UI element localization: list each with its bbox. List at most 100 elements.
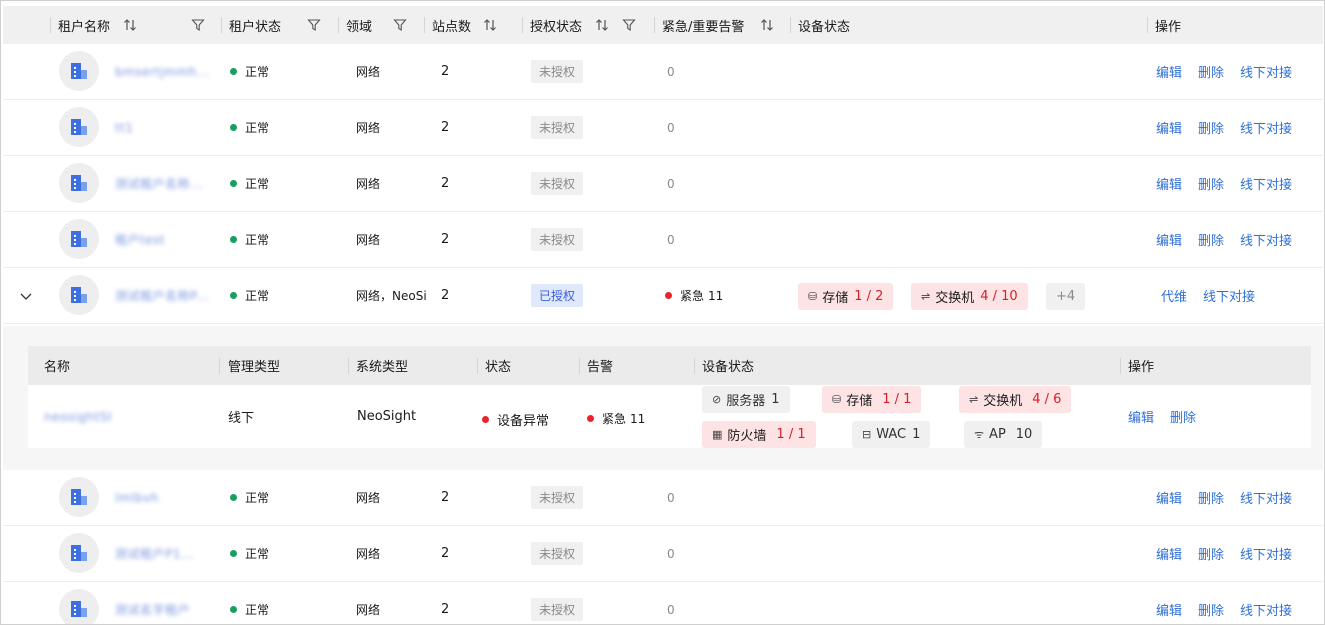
sort-icon[interactable] [121,6,139,44]
delete-link[interactable]: 删除 [1198,544,1224,563]
status-dot [230,68,237,75]
edit-link[interactable]: 编辑 [1156,488,1182,507]
edit-link[interactable]: 编辑 [1156,600,1182,619]
edit-link[interactable]: 编辑 [1156,174,1182,193]
filter-icon[interactable] [189,6,207,44]
tenant-status: 正常 [245,547,270,561]
tenant-name-link[interactable]: bmsertjmmh... [115,65,210,79]
col-domain[interactable]: 领域 [346,6,372,44]
site-count: 2 [441,490,450,505]
auth-status-badge: 未授权 [531,486,584,509]
col-alarms[interactable]: 紧急/重要告警 [662,6,744,44]
filter-icon[interactable] [305,6,323,44]
auth-status-badge: 未授权 [531,60,584,83]
device-chip-switch[interactable]: ⇌ 交换机 4 / 6 [959,386,1072,413]
building-icon [71,63,87,79]
device-label: 交换机 [935,291,975,306]
mgmt-type: 线下 [228,411,255,426]
tenant-avatar [59,533,99,573]
sort-icon[interactable] [758,6,776,44]
tenant-avatar [59,589,99,624]
site-count: 2 [441,64,450,79]
tenant-avatar [59,275,99,315]
offline-connect-link[interactable]: 线下对接 [1240,488,1292,507]
more-devices-chip[interactable]: +4 [1046,283,1086,310]
tenant-status: 正常 [245,65,270,79]
tenant-name-link[interactable]: 测试名字租户 [115,601,190,618]
delete-link[interactable]: 删除 [1198,118,1224,137]
column-divider [522,17,523,33]
tenant-status: 正常 [245,491,270,505]
column-divider [221,17,222,33]
offline-connect-link[interactable]: 线下对接 [1203,286,1255,305]
building-icon [71,601,87,617]
device-chip-ap[interactable]: ᯤ AP 10 [964,421,1043,448]
column-divider [790,17,791,33]
device-chip-storage[interactable]: ⛁ 存储 1 / 2 [798,283,894,310]
device-chip-switch[interactable]: ⇌ 交换机 4 / 10 [911,283,1028,310]
alarm-label: 紧急 [602,412,627,426]
tenant-name-link[interactable]: tt1 [115,121,134,135]
device-chip-wac[interactable]: ⊟ WAC 1 [852,421,931,448]
tenant-name-link[interactable]: lmlbvh [115,491,159,505]
site-count: 2 [441,546,450,561]
column-divider [654,17,655,33]
alarm-count: 0 [667,232,675,247]
storage-icon: ⛁ [808,290,818,303]
offline-connect-link[interactable]: 线下对接 [1240,118,1292,137]
offline-connect-link[interactable]: 线下对接 [1240,174,1292,193]
column-divider [50,17,51,33]
delete-link[interactable]: 删除 [1198,488,1224,507]
tenant-avatar [59,51,99,91]
tenant-name-link[interactable]: 测试租户名称P... [115,287,209,304]
edit-link[interactable]: 编辑 [1128,407,1154,426]
col-sites[interactable]: 站点数 [432,6,471,44]
edit-link[interactable]: 编辑 [1156,62,1182,81]
tenant-domain: 网络 [356,177,381,191]
offline-connect-link[interactable]: 线下对接 [1240,230,1292,249]
delete-link[interactable]: 删除 [1198,600,1224,619]
offline-connect-link[interactable]: 线下对接 [1240,544,1292,563]
sub-col-state: 状态 [485,360,512,375]
maintenance-link[interactable]: 代维 [1161,286,1187,305]
col-device-status: 设备状态 [798,19,851,35]
col-tenant-name[interactable]: 租户名称 [58,6,110,44]
offline-connect-link[interactable]: 线下对接 [1240,600,1292,619]
tenant-status: 正常 [245,177,270,191]
delete-link[interactable]: 删除 [1198,174,1224,193]
building-icon [71,119,87,135]
collapse-chevron-icon[interactable] [19,268,33,323]
device-state: 设备异常 [497,414,550,429]
sort-icon[interactable] [593,6,611,44]
offline-connect-link[interactable]: 线下对接 [1240,62,1292,81]
tenant-avatar [59,219,99,259]
device-chip-server[interactable]: ⊘ 服务器 1 [702,386,790,413]
tenant-name-link[interactable]: 测试租户名称... [115,175,203,192]
tenant-avatar [59,107,99,147]
sort-icon[interactable] [481,6,499,44]
col-tenant-status[interactable]: 租户状态 [229,6,281,44]
delete-link[interactable]: 删除 [1198,230,1224,249]
edit-link[interactable]: 编辑 [1156,118,1182,137]
tenant-name-link[interactable]: 租户test [115,231,165,248]
column-divider [1120,358,1121,374]
subtable-row: neosightSI 线下 NeoSight 设备异常 紧急 11 ⊘ 服务器 1 ⛁… [28,385,1311,448]
delete-link[interactable]: 删除 [1170,407,1196,426]
site-count: 2 [441,232,450,247]
filter-icon[interactable] [391,6,409,44]
device-chip-firewall[interactable]: ▦ 防火墙 1 / 1 [702,421,816,448]
edit-link[interactable]: 编辑 [1156,544,1182,563]
col-auth-status[interactable]: 授权状态 [530,6,582,44]
site-name-link[interactable]: neosightSI [44,410,112,424]
tenant-name-link[interactable]: 测试租户P1... [115,545,194,562]
auth-status-badge: 未授权 [531,228,584,251]
tenant-avatar [59,163,99,203]
alarm-count: 0 [667,490,675,505]
column-divider [694,358,695,374]
filter-icon[interactable] [620,6,638,44]
device-chip-storage[interactable]: ⛁ 存储 1 / 1 [822,386,922,413]
device-value: 1 [771,392,780,407]
edit-link[interactable]: 编辑 [1156,230,1182,249]
delete-link[interactable]: 删除 [1198,62,1224,81]
auth-status-badge: 已授权 [531,284,584,307]
